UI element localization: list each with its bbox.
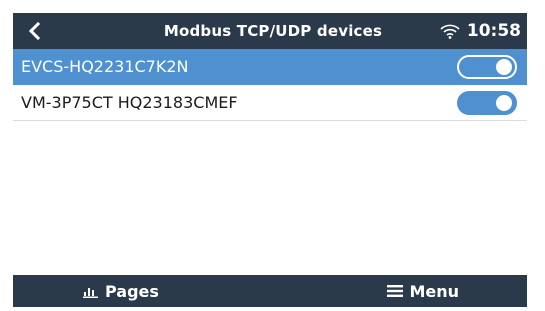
page-title: Modbus TCP/UDP devices xyxy=(163,22,383,40)
pages-button[interactable]: Pages xyxy=(83,275,159,307)
chevron-left-icon xyxy=(28,22,41,40)
back-button[interactable] xyxy=(17,13,53,49)
screen: Modbus TCP/UDP devices 10:58 EVCS-HQ2231… xyxy=(13,13,527,307)
device-frame: Modbus TCP/UDP devices 10:58 EVCS-HQ2231… xyxy=(0,0,545,311)
clock: 10:58 xyxy=(466,21,521,41)
device-enable-toggle[interactable] xyxy=(457,91,517,115)
top-bar: Modbus TCP/UDP devices 10:58 xyxy=(13,13,527,49)
status-area: 10:58 xyxy=(439,13,521,49)
toggle-knob xyxy=(496,95,512,111)
bottom-bar: Pages Menu xyxy=(13,275,527,307)
menu-label: Menu xyxy=(409,281,459,301)
device-label: VM-3P75CT HQ23183CMEF xyxy=(21,93,238,112)
device-label: EVCS-HQ2231C7K2N xyxy=(21,57,189,76)
wifi-icon xyxy=(440,24,460,39)
bar-chart-icon xyxy=(83,288,98,298)
device-list: EVCS-HQ2231C7K2N VM-3P75CT HQ23183CMEF xyxy=(13,49,527,121)
device-row-vm[interactable]: VM-3P75CT HQ23183CMEF xyxy=(13,85,527,121)
menu-button[interactable]: Menu xyxy=(387,275,459,307)
toggle-knob xyxy=(496,59,512,75)
device-row-evcs[interactable]: EVCS-HQ2231C7K2N xyxy=(13,49,527,85)
pages-label: Pages xyxy=(105,281,159,301)
device-enable-toggle[interactable] xyxy=(457,55,517,79)
hamburger-icon xyxy=(387,285,404,297)
